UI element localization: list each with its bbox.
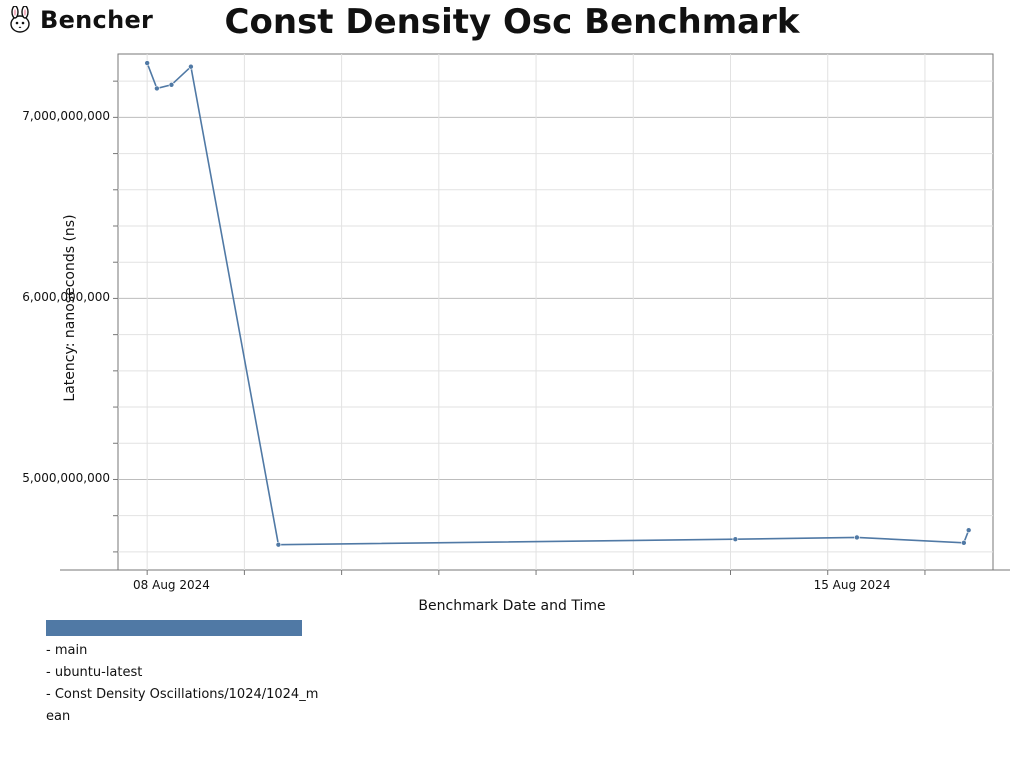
y-tick-label: 5,000,000,000 <box>0 471 110 485</box>
legend: - main - ubuntu-latest - Const Density O… <box>46 620 366 728</box>
y-tick-label: 7,000,000,000 <box>0 109 110 123</box>
legend-item: - main <box>46 640 366 662</box>
legend-swatch <box>46 620 302 636</box>
x-tick-label: 15 Aug 2024 <box>814 578 891 592</box>
legend-item: - ubuntu-latest <box>46 662 366 684</box>
x-tick-label: 08 Aug 2024 <box>133 578 210 592</box>
legend-list: - main - ubuntu-latest - Const Density O… <box>46 640 366 728</box>
y-tick-label: 6,000,000,000 <box>0 290 110 304</box>
legend-item: - Const Density Oscillations/1024/1024_m… <box>46 684 326 728</box>
